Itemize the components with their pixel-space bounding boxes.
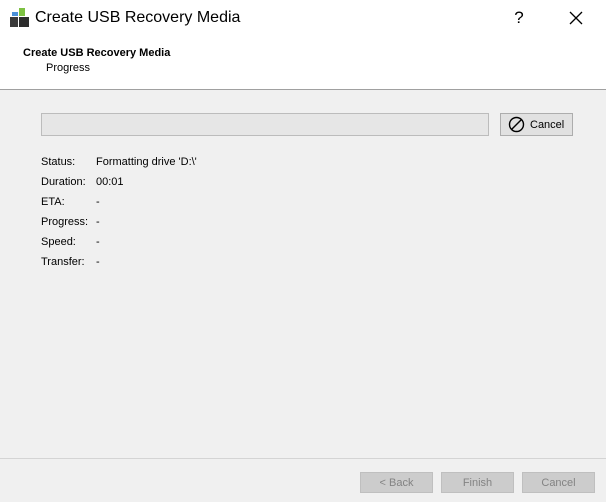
cancel-button-label: Cancel: [530, 118, 565, 131]
wizard-header-title: Create USB Recovery Media: [23, 47, 171, 59]
info-label: Transfer:: [41, 256, 85, 268]
wizard-header-subtitle: Progress: [46, 62, 91, 74]
title-bar: Create USB Recovery Media ?: [0, 0, 606, 38]
finish-button-label: Finish: [462, 476, 493, 489]
info-row-speed: Speed: -: [41, 236, 100, 248]
info-row-duration: Duration: 00:01: [41, 176, 124, 188]
info-row-status: Status: Formatting drive 'D:\': [41, 156, 197, 168]
close-button[interactable]: [560, 4, 592, 32]
info-row-eta: ETA: -: [41, 196, 100, 208]
footer-divider: [0, 458, 606, 459]
back-button-label: < Back: [379, 476, 414, 489]
cancel-button[interactable]: Cancel: [500, 113, 573, 136]
info-label: Progress:: [41, 216, 89, 228]
windows-logo-icon: [10, 8, 29, 27]
info-value: -: [96, 216, 100, 228]
info-row-progress: Progress: -: [41, 216, 100, 228]
wizard-header: Create USB Recovery Media Progress: [0, 38, 606, 90]
footer-cancel-button-label: Cancel: [541, 476, 576, 489]
help-button[interactable]: ?: [503, 4, 535, 32]
close-icon: [569, 11, 583, 25]
info-label: Status:: [41, 156, 76, 168]
info-value: 00:01: [96, 176, 124, 188]
info-value: Formatting drive 'D:\': [96, 156, 197, 168]
footer-cancel-button[interactable]: Cancel: [522, 472, 595, 493]
back-button[interactable]: < Back: [360, 472, 433, 493]
info-label: ETA:: [41, 196, 65, 208]
cancel-circle-icon: [508, 116, 525, 133]
info-value: -: [96, 236, 100, 248]
info-label: Duration:: [41, 176, 86, 188]
info-value: -: [96, 196, 100, 208]
info-label: Speed:: [41, 236, 76, 248]
window-title: Create USB Recovery Media: [35, 9, 241, 26]
progress-bar: [41, 113, 489, 136]
info-row-transfer: Transfer: -: [41, 256, 100, 268]
info-value: -: [96, 256, 100, 268]
help-icon: ?: [514, 8, 524, 27]
finish-button[interactable]: Finish: [441, 472, 514, 493]
